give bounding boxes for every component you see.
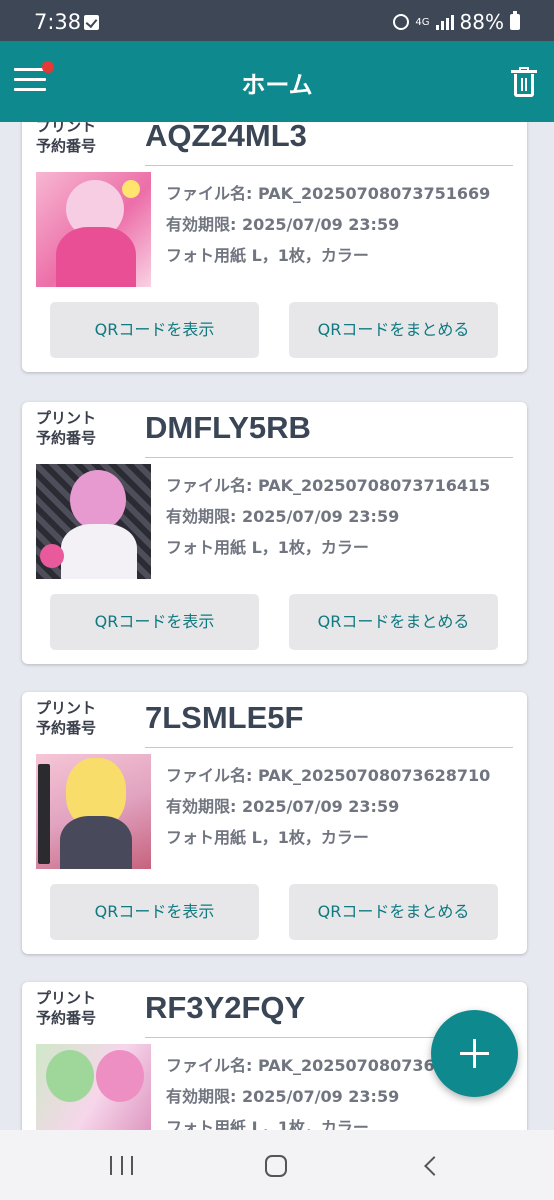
system-nav-bar xyxy=(0,1130,554,1200)
app-bar: ホーム xyxy=(0,41,554,122)
paper-spec: フォト用紙 L，1枚，カラー xyxy=(166,1118,369,1130)
expiry-date: 有効期限: 2025/07/09 23:59 xyxy=(166,797,400,816)
network-type: 4G xyxy=(415,16,430,28)
photo-thumbnail[interactable] xyxy=(36,754,151,869)
expiry-date: 有効期限: 2025/07/09 23:59 xyxy=(166,1087,400,1106)
reservation-card: プリント 予約番号 7LSMLE5F ファイル名: PAK_2025070807… xyxy=(22,692,527,954)
reservation-card: プリント 予約番号 DMFLY5RB ファイル名: PAK_2025070807… xyxy=(22,402,527,664)
photo-thumbnail[interactable] xyxy=(36,464,151,579)
trash-icon[interactable] xyxy=(511,67,537,97)
reservation-label: プリント 予約番号 xyxy=(36,122,97,155)
status-icons: 4G 88% xyxy=(393,10,520,34)
show-qr-button[interactable]: QRコードを表示 xyxy=(50,302,259,358)
checkbox-notification-icon xyxy=(84,15,99,30)
photo-thumbnail[interactable] xyxy=(36,172,151,287)
recent-apps-icon[interactable] xyxy=(110,1156,133,1175)
merge-qr-button[interactable]: QRコードをまとめる xyxy=(289,594,498,650)
file-name: ファイル名: PAK_20250708073615 xyxy=(166,1056,457,1075)
file-info: ファイル名: PAK_20250708073615 有効期限: 2025/07/… xyxy=(166,1050,457,1130)
show-qr-button[interactable]: QRコードを表示 xyxy=(50,594,259,650)
merge-qr-button[interactable]: QRコードをまとめる xyxy=(289,884,498,940)
expiry-date: 有効期限: 2025/07/09 23:59 xyxy=(166,507,400,526)
reservation-number: RF3Y2FQY xyxy=(145,990,306,1025)
reservation-number: DMFLY5RB xyxy=(145,410,311,445)
divider xyxy=(145,165,513,166)
back-icon[interactable] xyxy=(424,1156,444,1176)
divider xyxy=(145,457,513,458)
reservation-label: プリント 予約番号 xyxy=(36,699,97,737)
reservation-label: プリント 予約番号 xyxy=(36,989,97,1027)
paper-spec: フォト用紙 L，1枚，カラー xyxy=(166,538,369,557)
add-button[interactable] xyxy=(431,1010,518,1097)
reservation-number: 7LSMLE5F xyxy=(145,700,304,735)
reservation-list[interactable]: プリント 予約番号 AQZ24ML3 ファイル名: PAK_2025070807… xyxy=(0,122,554,1130)
signal-icon xyxy=(435,14,454,30)
file-info: ファイル名: PAK_20250708073751669 有効期限: 2025/… xyxy=(166,178,490,271)
file-name: ファイル名: PAK_20250708073628710 xyxy=(166,766,491,785)
reservation-label: プリント 予約番号 xyxy=(36,409,97,447)
alarm-icon xyxy=(393,14,410,30)
reservation-card: プリント 予約番号 AQZ24ML3 ファイル名: PAK_2025070807… xyxy=(22,122,527,372)
battery-level: 88% xyxy=(459,10,504,34)
home-icon[interactable] xyxy=(265,1155,287,1177)
file-info: ファイル名: PAK_20250708073628710 有効期限: 2025/… xyxy=(166,760,490,853)
file-info: ファイル名: PAK_20250708073716415 有効期限: 2025/… xyxy=(166,470,490,563)
divider xyxy=(145,747,513,748)
expiry-date: 有効期限: 2025/07/09 23:59 xyxy=(166,215,400,234)
photo-thumbnail[interactable] xyxy=(36,1044,151,1130)
paper-spec: フォト用紙 L，1枚，カラー xyxy=(166,828,369,847)
file-name: ファイル名: PAK_20250708073716415 xyxy=(166,476,491,495)
merge-qr-button[interactable]: QRコードをまとめる xyxy=(289,302,498,358)
reservation-number: AQZ24ML3 xyxy=(145,122,307,153)
paper-spec: フォト用紙 L，1枚，カラー xyxy=(166,246,369,265)
page-title: ホーム xyxy=(241,71,313,99)
show-qr-button[interactable]: QRコードを表示 xyxy=(50,884,259,940)
file-name: ファイル名: PAK_20250708073751669 xyxy=(166,184,491,203)
status-time: 7:38 xyxy=(34,10,82,34)
status-bar: 7:38 4G 88% xyxy=(0,0,554,41)
battery-icon xyxy=(510,11,520,30)
